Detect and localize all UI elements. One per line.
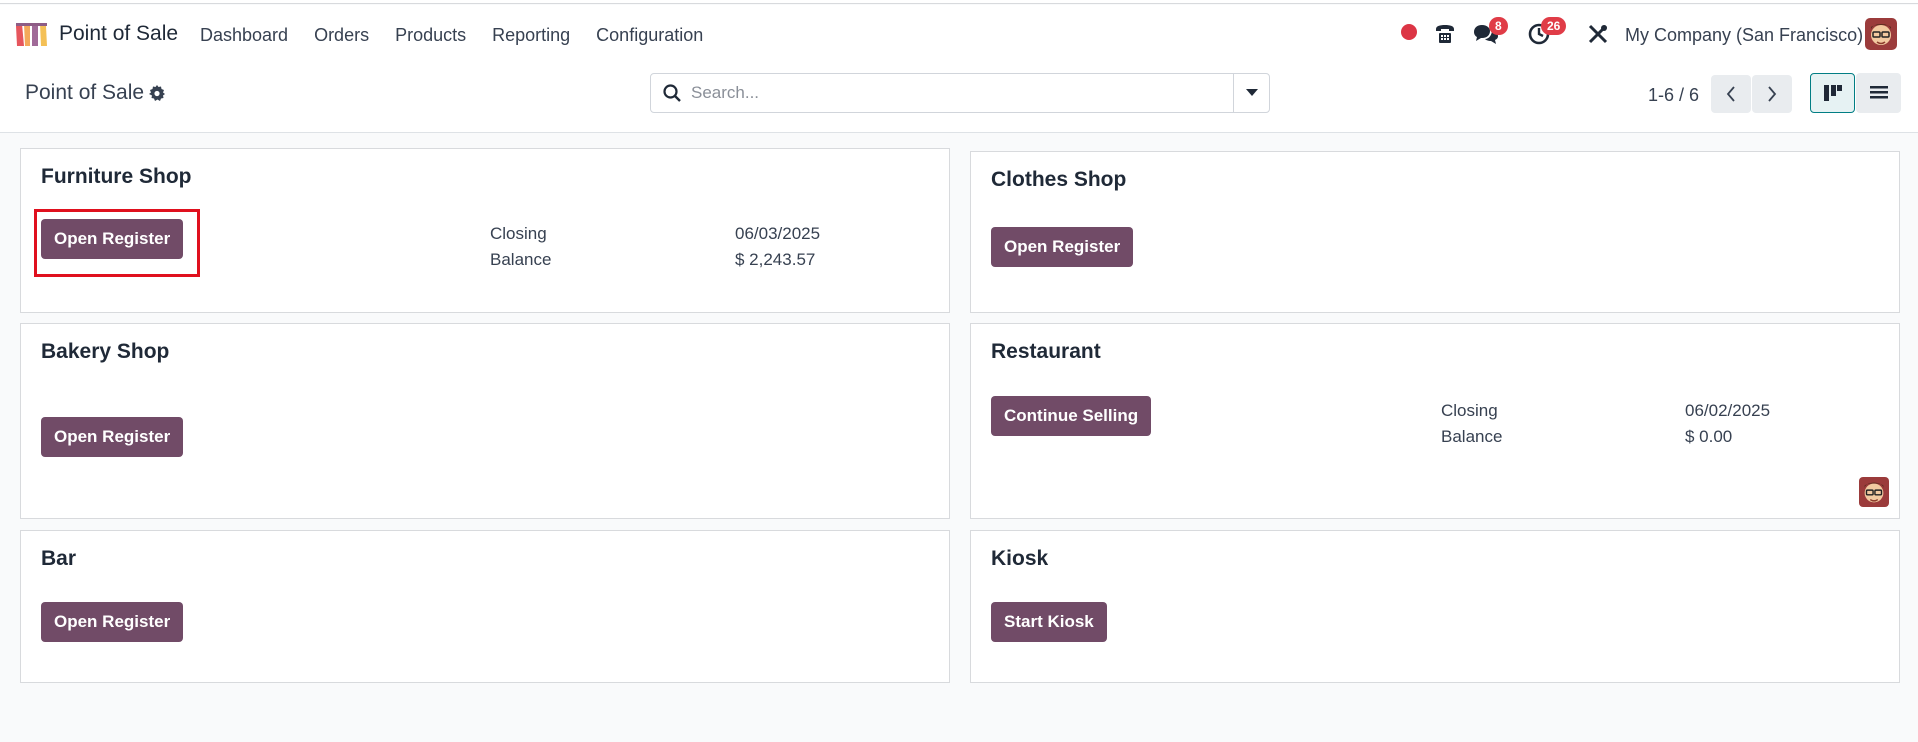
balance-value: $ 0.00 — [1685, 427, 1733, 446]
closing-label: Closing — [1441, 401, 1498, 420]
main-menu: Dashboard Orders Products Reporting Conf… — [200, 25, 729, 46]
top-border — [0, 0, 1918, 4]
kanban-icon — [1823, 85, 1842, 101]
balance-value: $ 2,243.57 — [735, 250, 816, 269]
card-title: Clothes Shop — [991, 168, 1127, 191]
app-name[interactable]: Point of Sale — [59, 22, 178, 46]
menu-configuration[interactable]: Configuration — [596, 25, 703, 46]
page-title: Point of Sale — [25, 81, 145, 104]
pos-logo-icon[interactable] — [14, 22, 50, 48]
phone-icon[interactable] — [1433, 22, 1457, 51]
activities-badge: 26 — [1541, 17, 1567, 35]
balance-label: Balance — [490, 250, 552, 269]
pos-card-bar: Bar Open Register — [20, 530, 950, 683]
company-switcher[interactable]: My Company (San Francisco) — [1625, 25, 1863, 46]
search-bar — [650, 73, 1270, 113]
closing-date: 06/03/2025 — [735, 224, 821, 243]
pager-previous-button[interactable] — [1711, 75, 1751, 113]
card-title: Restaurant — [991, 340, 1101, 363]
balance-label: Balance — [1441, 427, 1503, 446]
pos-card-kiosk: Kiosk Start Kiosk — [970, 530, 1900, 683]
gear-icon[interactable] — [149, 85, 165, 106]
pos-card-restaurant: Restaurant Continue Selling Closing 06/0… — [970, 323, 1900, 519]
debug-tools-icon[interactable] — [1587, 23, 1609, 50]
control-panel: Point of Sale 1-6 / 6 — [0, 63, 1918, 133]
search-icon — [663, 84, 681, 107]
card-title: Kiosk — [991, 547, 1049, 570]
open-register-button[interactable]: Open Register — [41, 602, 184, 642]
pager-next-button[interactable] — [1752, 75, 1792, 113]
caret-down-icon — [1245, 89, 1258, 96]
cashier-avatar — [1859, 477, 1889, 507]
list-icon — [1869, 86, 1888, 99]
kanban-view-button[interactable] — [1810, 73, 1855, 113]
user-avatar[interactable] — [1865, 18, 1897, 50]
closing-label: Closing — [490, 224, 547, 243]
card-title: Furniture Shop — [41, 165, 192, 188]
record-icon[interactable] — [1400, 23, 1418, 46]
menu-orders[interactable]: Orders — [314, 25, 369, 46]
open-register-button[interactable]: Open Register — [991, 227, 1134, 267]
continue-selling-button[interactable]: Continue Selling — [991, 396, 1152, 436]
list-view-button[interactable] — [1856, 73, 1901, 113]
chevron-right-icon — [1768, 86, 1777, 102]
pos-card-bakery-shop: Bakery Shop Open Register — [20, 323, 950, 519]
pos-card-clothes-shop: Clothes Shop Open Register — [970, 151, 1900, 313]
menu-reporting[interactable]: Reporting — [492, 25, 570, 46]
menu-dashboard[interactable]: Dashboard — [200, 25, 288, 46]
start-kiosk-button[interactable]: Start Kiosk — [991, 602, 1107, 642]
card-title: Bar — [41, 547, 77, 570]
search-input[interactable] — [691, 80, 1191, 106]
menu-products[interactable]: Products — [395, 25, 466, 46]
chevron-left-icon — [1726, 86, 1735, 102]
highlight-box — [34, 209, 200, 277]
search-options-toggle[interactable] — [1233, 74, 1269, 112]
messages-badge: 8 — [1489, 17, 1508, 35]
pager-value[interactable]: 1-6 / 6 — [1648, 85, 1699, 106]
closing-date: 06/02/2025 — [1685, 401, 1771, 420]
top-navbar: Point of Sale Dashboard Orders Products … — [0, 5, 1918, 63]
card-title: Bakery Shop — [41, 340, 170, 363]
open-register-button[interactable]: Open Register — [41, 417, 184, 457]
